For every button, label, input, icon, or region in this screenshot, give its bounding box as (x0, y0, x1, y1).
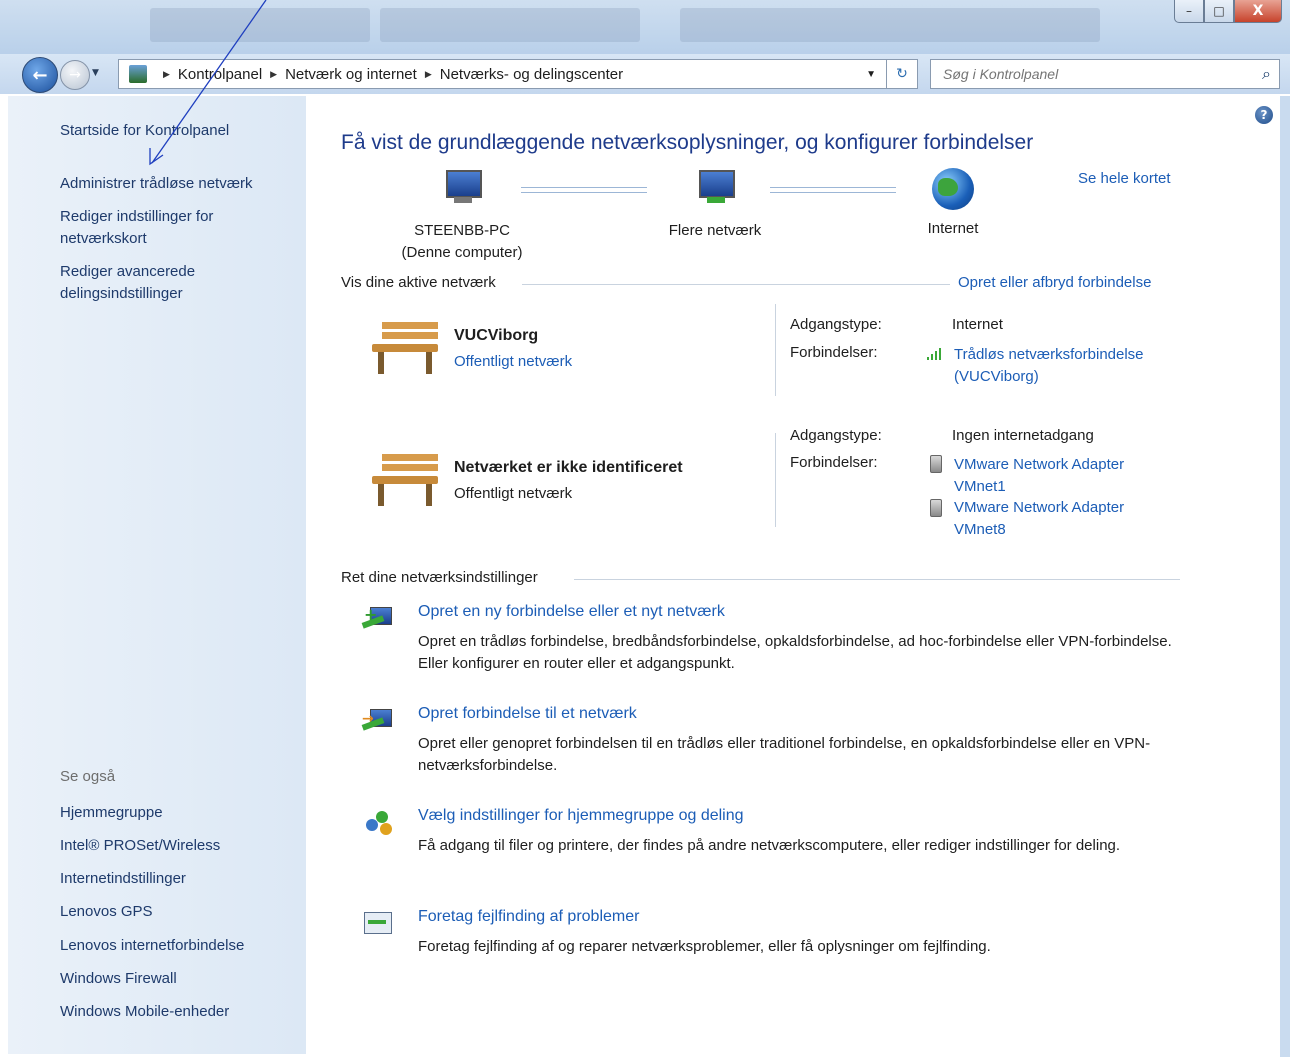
connect-network-icon: → (361, 707, 394, 733)
blurred-background (150, 8, 370, 42)
adapter-name[interactable]: VMware Network Adapter (954, 497, 1124, 519)
internet-label: Internet (927, 220, 979, 237)
homegroup-link[interactable]: Vælg indstillinger for hjemmegruppe og d… (418, 807, 744, 825)
access-type-value: Internet (952, 316, 1003, 333)
blurred-background (380, 8, 640, 42)
close-button[interactable]: X (1234, 0, 1282, 23)
sidebar-sharing-settings-link[interactable]: Rediger avancerede delingsindstillinger (60, 261, 260, 305)
vertical-divider (775, 433, 776, 527)
new-connection-icon: + (361, 605, 394, 631)
ethernet-adapter-icon (930, 499, 942, 521)
recent-pages-dropdown-icon[interactable]: ▼ (92, 68, 99, 78)
see-also-intel-proset-link[interactable]: Intel® PROSet/Wireless (60, 835, 220, 857)
new-connection-link[interactable]: Opret en ny forbindelse eller et nyt net… (418, 603, 725, 621)
network-name: VUCViborg (454, 327, 539, 344)
search-box[interactable]: ⌕ (930, 59, 1280, 89)
computer-name: STEENBB-PC (414, 222, 510, 239)
connection-name[interactable]: Trådløs netværksforbindelse (954, 344, 1144, 366)
wireless-signal-icon (927, 346, 945, 363)
see-also-lenovo-connection-link[interactable]: Lenovos internetforbindelse (60, 935, 244, 957)
sidebar-home-link[interactable]: Startside for Kontrolpanel (60, 120, 229, 142)
map-node-internet[interactable]: Internet (903, 168, 1003, 240)
see-also-heading: Se også (60, 768, 116, 785)
refresh-button[interactable]: ↻ (886, 59, 918, 89)
blurred-background (680, 8, 1100, 42)
task-description: Opret eller genopret forbindelsen til en… (418, 735, 1151, 774)
breadcrumb-delingscenter[interactable]: Netværks- og delingscenter (440, 66, 623, 83)
sidebar-manage-wireless-link[interactable]: Administrer trådløse netværk (60, 173, 253, 195)
adapter-id[interactable]: VMnet1 (954, 476, 1124, 498)
ethernet-adapter-icon (930, 455, 942, 477)
see-also-internet-options-link[interactable]: Internetindstillinger (60, 868, 186, 890)
network-name: Netværket er ikke identificeret (454, 459, 683, 476)
sidebar-adapter-settings-link[interactable]: Rediger indstillinger for netværkskort (60, 206, 260, 250)
maximize-button[interactable]: □ (1204, 0, 1234, 23)
vmnet8-connection-link[interactable]: VMware Network Adapter VMnet8 (954, 497, 1124, 541)
minimize-button[interactable]: – (1174, 0, 1204, 23)
see-also-lenovo-gps-link[interactable]: Lenovos GPS (60, 901, 153, 923)
vmnet1-connection-link[interactable]: VMware Network Adapter VMnet1 (954, 454, 1124, 498)
see-also-windows-mobile-link[interactable]: Windows Mobile-enheder (60, 1001, 229, 1023)
window-border (1280, 96, 1290, 1057)
access-type-label: Adgangstype: (790, 316, 882, 333)
address-dropdown-icon[interactable]: ▼ (866, 69, 876, 80)
wireless-connection-link[interactable]: Trådløs netværksforbindelse (VUCViborg) (954, 344, 1144, 388)
refresh-icon: ↻ (896, 66, 908, 82)
window-controls: – □ X (1174, 0, 1282, 23)
connect-disconnect-link[interactable]: Opret eller afbryd forbindelse (958, 274, 1151, 291)
connect-network-link[interactable]: Opret forbindelse til et netværk (418, 705, 637, 723)
task-description: Foretag fejlfinding af og reparer netvær… (418, 938, 991, 955)
breadcrumb-kontrolpanel[interactable]: Kontrolpanel (178, 66, 262, 83)
see-also-windows-firewall-link[interactable]: Windows Firewall (60, 968, 177, 990)
troubleshoot-icon (362, 910, 394, 936)
computer-icon (440, 170, 484, 208)
page-title: Få vist de grundlæggende netværksoplysni… (341, 131, 1034, 154)
homegroup-icon (362, 809, 394, 835)
map-connector-line (770, 187, 896, 193)
map-connector-line (521, 187, 647, 193)
network-category-link[interactable]: Offentligt netværk (454, 353, 572, 370)
task-description: Få adgang til filer og printere, der fin… (418, 837, 1121, 854)
breadcrumb-chevron-icon[interactable]: ▶ (163, 69, 170, 80)
help-icon[interactable]: ? (1255, 106, 1273, 124)
map-node-this-computer[interactable]: STEENBB-PC (Denne computer) (382, 170, 542, 264)
search-icon[interactable]: ⌕ (1262, 64, 1271, 84)
see-full-map-link[interactable]: Se hele kortet (1078, 170, 1171, 187)
vertical-divider (775, 304, 776, 396)
breadcrumb-chevron-icon[interactable]: ▶ (270, 69, 277, 80)
divider (574, 579, 1180, 580)
multiple-networks-icon (693, 170, 737, 208)
access-type-value: Ingen internetadgang (952, 427, 1094, 444)
title-bar: – □ X (0, 0, 1290, 54)
task-description: Opret en trådløs forbindelse, bredbåndsf… (418, 633, 1172, 672)
connections-label: Forbindelser: (790, 344, 878, 361)
control-panel-icon (129, 65, 147, 83)
search-input[interactable] (941, 65, 1235, 83)
address-bar[interactable]: ▶ Kontrolpanel ▶ Netværk og internet ▶ N… (118, 59, 887, 89)
map-node-multiple-networks[interactable]: Flere netværk (640, 170, 790, 242)
see-also-homegroup-link[interactable]: Hjemmegruppe (60, 802, 163, 824)
adapter-id[interactable]: VMnet8 (954, 519, 1124, 541)
divider (522, 284, 950, 285)
computer-subtitle: (Denne computer) (401, 244, 523, 261)
adapter-name[interactable]: VMware Network Adapter (954, 454, 1124, 476)
active-networks-heading: Vis dine aktive netværk (341, 274, 496, 291)
globe-icon (932, 168, 974, 210)
settings-heading: Ret dine netværksindstillinger (341, 569, 538, 586)
public-network-bench-icon (368, 318, 438, 380)
multiple-networks-label: Flere netværk (668, 222, 762, 239)
breadcrumb-netvaerk-og-internet[interactable]: Netværk og internet (285, 66, 417, 83)
troubleshoot-link[interactable]: Foretag fejlfinding af problemer (418, 908, 639, 926)
breadcrumb-chevron-icon[interactable]: ▶ (425, 69, 432, 80)
forward-button[interactable]: → (60, 60, 90, 90)
connection-ssid[interactable]: (VUCViborg) (954, 366, 1144, 388)
connections-label: Forbindelser: (790, 454, 878, 471)
network-category: Offentligt netværk (454, 485, 573, 502)
access-type-label: Adgangstype: (790, 427, 882, 444)
public-network-bench-icon (368, 450, 438, 512)
control-panel-window: – □ X ← → ▼ ▶ Kontrolpanel ▶ Netværk og … (0, 0, 1290, 1057)
back-button[interactable]: ← (22, 57, 58, 93)
